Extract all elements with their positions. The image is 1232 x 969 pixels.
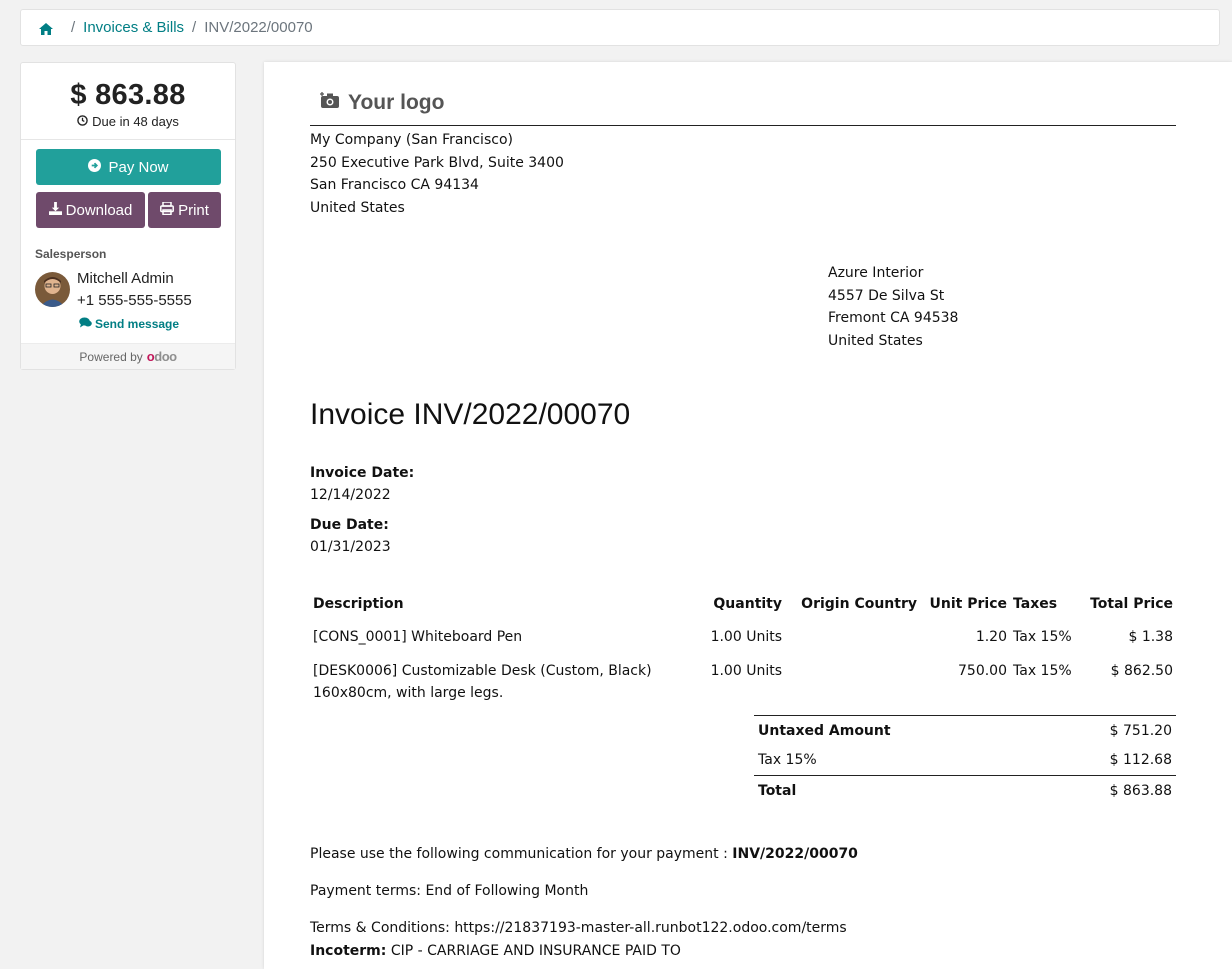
line-quantity: 1.00 Units — [710, 663, 782, 679]
partner-country: United States — [828, 332, 923, 349]
untaxed-label: Untaxed Amount — [754, 715, 1036, 746]
arrow-circle-right-icon — [88, 158, 102, 176]
line-description-text: [CONS_0001] Whiteboard Pen — [313, 629, 523, 645]
print-icon — [160, 200, 175, 219]
pay-now-label: Pay Now — [108, 158, 169, 176]
partner-street: 4557 De Silva St — [828, 287, 945, 304]
company-logo: Your logo — [320, 91, 444, 115]
invoice-lines-table: Description Quantity Origin Country Unit… — [310, 592, 1176, 710]
total-amount: $ 863.88 — [1035, 775, 1176, 806]
invoice-sidebar: $ 863.88 Due in 48 days Pay Now Download… — [20, 62, 236, 370]
line-description-text: [DESK0006] Customizable Desk (Custom, Bl… — [313, 663, 652, 679]
totals-table: Untaxed Amount $ 751.20 Tax 15% $ 112.68… — [754, 715, 1176, 806]
terms-and-conditions: Terms & Conditions: https://21837193-mas… — [310, 920, 847, 936]
col-description: Description — [313, 596, 404, 612]
comments-icon — [79, 317, 92, 331]
total-row: Total $ 863.88 — [754, 775, 1176, 806]
company-city: San Francisco CA 94134 — [310, 177, 479, 193]
line-origin — [785, 654, 920, 710]
col-origin-country: Origin Country — [801, 596, 917, 612]
camera-plus-icon — [320, 91, 340, 115]
company-street: 250 Executive Park Blvd, Suite 3400 — [310, 154, 564, 171]
send-message-label: Send message — [95, 317, 180, 331]
col-total-price: Total Price — [1090, 596, 1173, 612]
print-label: Print — [178, 201, 209, 219]
breadcrumb-separator: / — [71, 19, 76, 36]
breadcrumb-current: INV/2022/00070 — [204, 19, 313, 36]
table-header-row: Description Quantity Origin Country Unit… — [310, 592, 1176, 620]
logo-text: Your logo — [348, 91, 445, 114]
col-quantity: Quantity — [713, 596, 782, 612]
due-text: Due in 48 days — [92, 114, 179, 129]
company-name: My Company (San Francisco) — [310, 132, 513, 148]
line-unit-price: 750.00 — [958, 663, 1007, 679]
line-total: $ 862.50 — [1110, 663, 1173, 679]
divider — [21, 139, 235, 140]
incoterm: Incoterm: CIP - CARRIAGE AND INSURANCE P… — [310, 943, 681, 959]
salesperson-name: Mitchell Admin — [77, 270, 174, 287]
send-message-link[interactable]: Send message — [79, 317, 179, 331]
company-country: United States — [310, 199, 405, 216]
payment-reference: INV/2022/00070 — [732, 846, 858, 862]
tax-amount: $ 112.68 — [1109, 752, 1172, 769]
company-address: My Company (San Francisco) 250 Executive… — [310, 129, 564, 219]
partner-address: Azure Interior 4557 De Silva St Fremont … — [828, 262, 958, 352]
total-label: Total — [754, 775, 1036, 806]
invoice-document: Your logo My Company (San Francisco) 250… — [264, 62, 1232, 969]
line-taxes: Tax 15% — [1013, 629, 1072, 645]
salesperson-label: Salesperson — [35, 247, 107, 261]
home-icon[interactable] — [39, 22, 53, 35]
line-quantity: 1.00 Units — [710, 629, 782, 645]
col-taxes: Taxes — [1013, 596, 1058, 612]
payment-communication: Please use the following communication f… — [310, 846, 858, 862]
untaxed-row: Untaxed Amount $ 751.20 — [754, 715, 1176, 746]
salesperson-phone: +1 555-555-5555 — [77, 292, 192, 309]
due-date-label: Due Date: — [310, 517, 389, 533]
line-description: [DESK0006] Customizable Desk (Custom, Bl… — [310, 654, 705, 710]
incoterm-label: Incoterm: — [310, 943, 387, 959]
line-description: [CONS_0001] Whiteboard Pen — [310, 620, 705, 654]
invoice-title: Invoice INV/2022/00070 — [310, 398, 631, 431]
breadcrumb-invoices-link[interactable]: Invoices & Bills — [83, 19, 184, 36]
download-button[interactable]: Download — [36, 192, 145, 228]
table-row: [CONS_0001] Whiteboard Pen 1.00 Units 1.… — [310, 620, 1176, 654]
powered-by: Powered by odoo — [21, 343, 235, 369]
print-button[interactable]: Print — [148, 192, 221, 228]
col-unit-price: Unit Price — [929, 596, 1007, 612]
header-rule — [310, 125, 1176, 126]
partner-name: Azure Interior — [828, 265, 924, 281]
amount-due: $ 863.88 — [70, 79, 186, 111]
partner-city: Fremont CA 94538 — [828, 310, 959, 326]
line-unit-price: 1.20 — [975, 629, 1007, 645]
tax-label: Tax 15% — [758, 752, 817, 769]
odoo-logo[interactable]: odoo — [147, 349, 177, 364]
download-label: Download — [65, 201, 133, 219]
tax-row: Tax 15% $ 112.68 — [754, 746, 1176, 776]
invoice-date-label: Invoice Date: — [310, 465, 415, 481]
invoice-date: 12/14/2022 — [310, 487, 391, 503]
line-description-detail: 160x80cm, with large legs. — [313, 685, 504, 701]
clock-icon — [77, 114, 88, 129]
due-date: 01/31/2023 — [310, 539, 391, 555]
avatar — [35, 272, 70, 307]
powered-by-label: Powered by — [79, 349, 143, 364]
breadcrumb: / Invoices & Bills / INV/2022/00070 — [20, 9, 1220, 46]
payment-terms: Payment terms: End of Following Month — [310, 883, 589, 899]
table-row: [DESK0006] Customizable Desk (Custom, Bl… — [310, 654, 1176, 710]
due-info: Due in 48 days — [21, 114, 235, 129]
payment-communication-text: Please use the following communication f… — [310, 846, 728, 862]
line-taxes: Tax 15% — [1013, 663, 1072, 679]
line-total: $ 1.38 — [1128, 629, 1173, 645]
pay-now-button[interactable]: Pay Now — [36, 149, 221, 185]
download-icon — [48, 201, 62, 219]
line-origin — [785, 620, 920, 654]
untaxed-amount: $ 751.20 — [1035, 715, 1176, 746]
incoterm-value: CIP - CARRIAGE AND INSURANCE PAID TO — [390, 943, 681, 959]
breadcrumb-separator: / — [192, 19, 197, 36]
